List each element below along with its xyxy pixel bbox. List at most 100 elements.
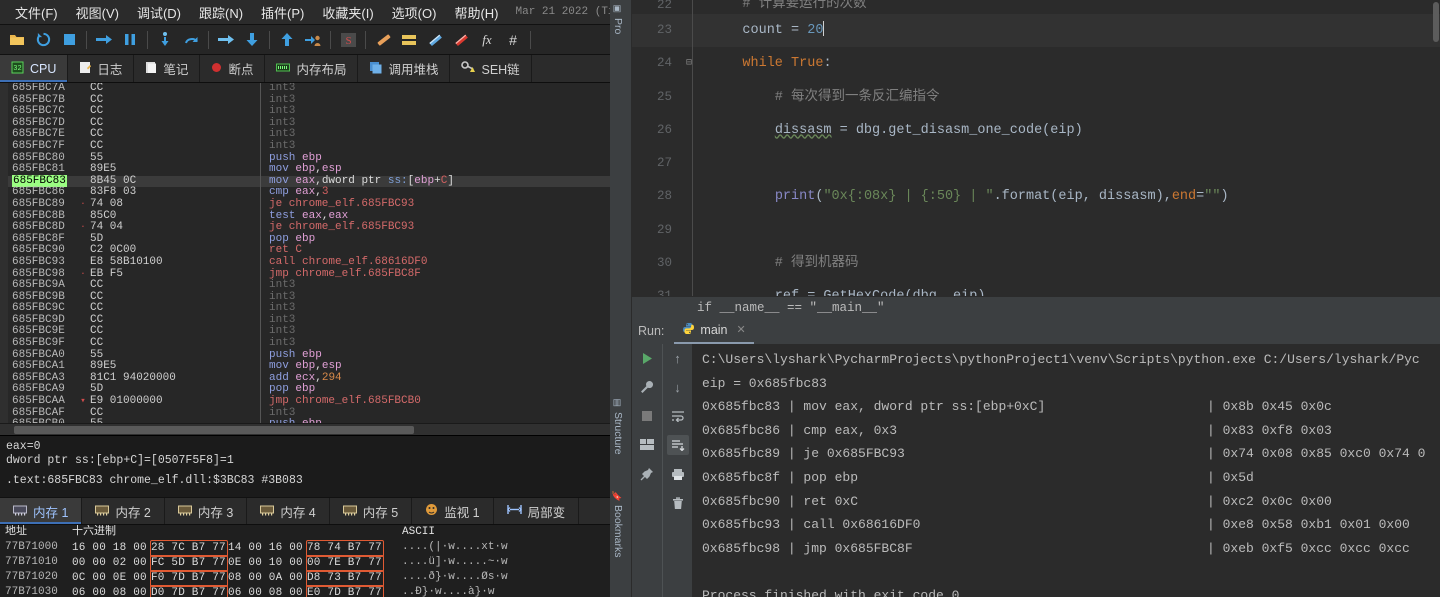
disasm-breakpoint-marker[interactable] bbox=[76, 326, 90, 338]
soft-wrap-icon[interactable] bbox=[667, 406, 689, 426]
breakpoint-icon[interactable] bbox=[448, 28, 474, 52]
code-fold-toggle[interactable]: ⊟ bbox=[680, 47, 698, 80]
step-down-icon[interactable] bbox=[239, 28, 265, 52]
disasm-breakpoint-marker[interactable] bbox=[76, 187, 90, 199]
menu-file[interactable]: 文件(F) bbox=[6, 1, 67, 24]
disasm-breakpoint-marker[interactable] bbox=[76, 234, 90, 246]
run-icon[interactable] bbox=[91, 28, 117, 52]
code-fold-toggle[interactable] bbox=[680, 81, 698, 114]
memory-dump-panel[interactable]: 地址 十六进制 ASCII 77B71000 16 00 18 00 28 7C B… bbox=[0, 525, 610, 597]
disasm-breakpoint-marker[interactable] bbox=[76, 129, 90, 141]
settings-icon[interactable] bbox=[636, 377, 658, 397]
run-to-icon[interactable] bbox=[274, 28, 300, 52]
disasm-breakpoint-marker[interactable] bbox=[76, 257, 90, 269]
disasm-breakpoint-marker[interactable] bbox=[76, 164, 90, 176]
ruler-icon[interactable] bbox=[370, 28, 396, 52]
memtab-locals[interactable]: 局部变 bbox=[494, 498, 580, 524]
scroll-to-end-icon[interactable] bbox=[666, 435, 689, 455]
scrollbar-thumb[interactable] bbox=[14, 425, 414, 434]
patch-icon[interactable] bbox=[422, 28, 448, 52]
stop-icon[interactable] bbox=[56, 28, 82, 52]
disasm-breakpoint-marker[interactable] bbox=[76, 361, 90, 373]
scroll-down-icon[interactable]: ↓ bbox=[667, 377, 689, 397]
tab-log[interactable]: 日志 bbox=[68, 55, 135, 82]
disasm-breakpoint-marker[interactable] bbox=[76, 95, 90, 107]
memtab-watch-1[interactable]: 监视 1 bbox=[412, 498, 494, 524]
disasm-breakpoint-marker[interactable] bbox=[76, 106, 90, 118]
editor-line[interactable]: 23 count = 20 bbox=[632, 14, 1440, 48]
disasm-breakpoint-marker[interactable]: · bbox=[76, 269, 90, 281]
editor-line[interactable]: 31 ref = GetHexCode(dbg, eip) bbox=[632, 280, 1440, 296]
tab-breakpoints[interactable]: 断点 bbox=[200, 55, 266, 82]
disasm-breakpoint-marker[interactable]: · bbox=[76, 199, 90, 211]
disasm-row[interactable]: 685FBC9A CC int3 bbox=[0, 279, 610, 292]
menu-trace[interactable]: 跟踪(N) bbox=[190, 1, 252, 24]
script-icon[interactable]: S bbox=[335, 28, 361, 52]
trace-user-icon[interactable] bbox=[300, 28, 326, 52]
menu-options[interactable]: 选项(O) bbox=[383, 1, 446, 24]
menu-debug[interactable]: 调试(D) bbox=[128, 1, 190, 24]
editor-line[interactable]: 25 # 每次得到一条反汇编指令 bbox=[632, 81, 1440, 114]
disasm-breakpoint-marker[interactable] bbox=[76, 338, 90, 350]
menu-favorites[interactable]: 收藏夹(I) bbox=[313, 1, 382, 24]
menu-plugins[interactable]: 插件(P) bbox=[252, 1, 313, 24]
code-fold-toggle[interactable] bbox=[680, 247, 698, 280]
code-fold-toggle[interactable] bbox=[680, 214, 698, 247]
disasm-hscrollbar[interactable] bbox=[0, 423, 610, 435]
notes-icon[interactable] bbox=[396, 28, 422, 52]
tab-notes[interactable]: 笔记 bbox=[134, 55, 201, 82]
disasm-breakpoint-marker[interactable] bbox=[76, 245, 90, 257]
scrollbar-thumb[interactable] bbox=[1433, 2, 1439, 42]
pin-icon[interactable] bbox=[636, 464, 658, 484]
code-editor[interactable]: 22 # 计算要运行的次数 23 count = 20 24 ⊟ while True… bbox=[632, 0, 1440, 296]
code-fold-toggle[interactable] bbox=[680, 147, 698, 180]
disasm-breakpoint-marker[interactable]: · bbox=[76, 222, 90, 234]
scroll-up-icon[interactable]: ↑ bbox=[667, 348, 689, 368]
memtab-memory-2[interactable]: 内存 2 bbox=[82, 498, 165, 524]
memtab-memory-4[interactable]: 内存 4 bbox=[247, 498, 330, 524]
fx-icon[interactable]: fx bbox=[474, 28, 500, 52]
code-fold-toggle[interactable] bbox=[680, 180, 698, 213]
memtab-memory-5[interactable]: 内存 5 bbox=[330, 498, 413, 524]
layout-icon[interactable] bbox=[636, 435, 658, 455]
step-into-icon[interactable] bbox=[152, 28, 178, 52]
disasm-breakpoint-marker[interactable] bbox=[76, 176, 90, 188]
step-out-icon[interactable] bbox=[213, 28, 239, 52]
editor-line[interactable]: 22 # 计算要运行的次数 bbox=[632, 0, 1440, 14]
trash-icon[interactable] bbox=[667, 493, 689, 513]
memory-row[interactable]: 77B71010 00 00 02 00 FC 5D B7 77 0E 00 10 0… bbox=[0, 555, 610, 572]
code-fold-toggle[interactable] bbox=[680, 0, 698, 14]
tab-cpu[interactable]: 32 CPU bbox=[0, 55, 69, 82]
editor-line[interactable]: 28 print("0x{:08x} | {:50} | ".format(ei… bbox=[632, 180, 1440, 213]
editor-line[interactable]: 29 bbox=[632, 214, 1440, 247]
run-icon[interactable] bbox=[636, 348, 658, 368]
tab-seh[interactable]: SEH链 bbox=[450, 55, 532, 82]
disasm-breakpoint-marker[interactable] bbox=[76, 292, 90, 304]
close-icon[interactable]: ✕ bbox=[737, 323, 746, 336]
menu-help[interactable]: 帮助(H) bbox=[445, 1, 507, 24]
disassembly-panel[interactable]: 685FBC7A CC int3 685FBC7B CC int3 685FBC7C CC in… bbox=[0, 83, 610, 435]
pause-icon[interactable] bbox=[117, 28, 143, 52]
editor-line[interactable]: 30 # 得到机器码 bbox=[632, 247, 1440, 280]
disasm-row[interactable]: 685FBCAA ▾ E9 01000000 jmp chrome_elf.685FB… bbox=[0, 395, 610, 408]
tab-memory-map[interactable]: 内存布局 bbox=[265, 55, 359, 82]
tab-callstack[interactable]: 调用堆栈 bbox=[358, 55, 451, 82]
hash-icon[interactable]: # bbox=[500, 28, 526, 52]
memory-row[interactable]: 77B71020 0C 00 0E 00 F0 7D B7 77 08 00 0A 0… bbox=[0, 570, 610, 587]
disasm-breakpoint-marker[interactable] bbox=[76, 141, 90, 153]
disasm-breakpoint-marker[interactable] bbox=[76, 153, 90, 165]
run-tab-main[interactable]: main ✕ bbox=[674, 319, 754, 344]
editor-line[interactable]: 24 ⊟ while True: bbox=[632, 47, 1440, 80]
disasm-breakpoint-marker[interactable]: ▾ bbox=[76, 396, 90, 408]
code-fold-toggle[interactable] bbox=[680, 14, 698, 47]
memtab-memory-1[interactable]: 内存 1 bbox=[0, 498, 83, 524]
disasm-breakpoint-marker[interactable] bbox=[76, 373, 90, 385]
step-over-icon[interactable] bbox=[178, 28, 204, 52]
print-icon[interactable] bbox=[667, 464, 689, 484]
editor-line[interactable]: 26 dissasm = dbg.get_disasm_one_code(eip… bbox=[632, 114, 1440, 147]
disasm-breakpoint-marker[interactable] bbox=[76, 408, 90, 420]
editor-line[interactable]: 27 bbox=[632, 147, 1440, 180]
memtab-memory-3[interactable]: 内存 3 bbox=[165, 498, 248, 524]
disasm-breakpoint-marker[interactable] bbox=[76, 83, 90, 95]
sidebar-tab-project[interactable]: ▣ Pro bbox=[612, 4, 624, 34]
